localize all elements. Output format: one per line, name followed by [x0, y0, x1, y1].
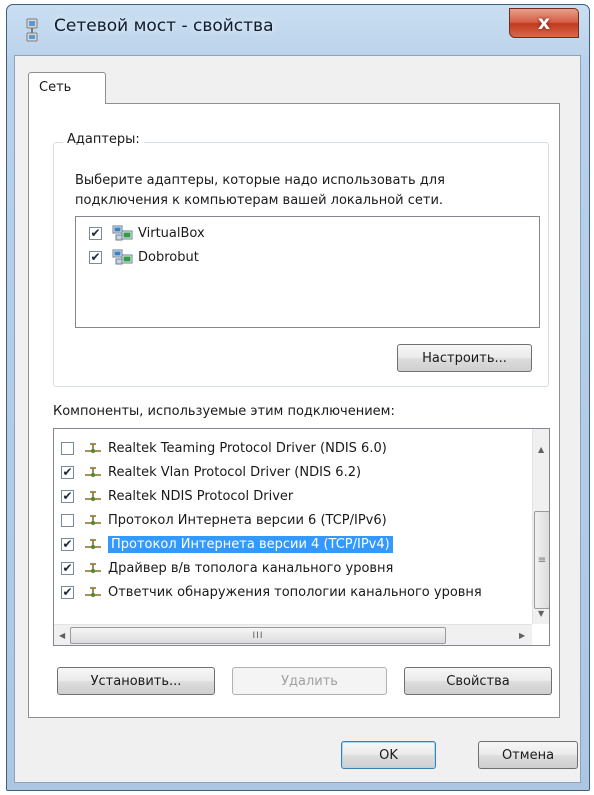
protocol-icon: [85, 467, 101, 477]
properties-button[interactable]: Свойства: [404, 667, 552, 695]
component-item[interactable]: Протокол Интернета версии 6 (TCP/IPv6): [61, 508, 521, 532]
component-checkbox[interactable]: ✔: [61, 561, 74, 575]
scroll-left-icon[interactable]: ◀: [59, 631, 65, 640]
network-bridge-icon: [26, 18, 38, 42]
protocol-icon: [85, 491, 101, 501]
adapter-checkbox[interactable]: ✔: [89, 226, 102, 240]
grip-icon: ≡: [537, 554, 547, 566]
grip-icon: III: [252, 630, 264, 641]
component-checkbox[interactable]: ✔: [61, 489, 74, 503]
components-list: Realtek Teaming Protocol Driver (NDIS 6.…: [53, 428, 550, 646]
adapter-item-dobrobut[interactable]: ✔ Dobrobut: [89, 245, 199, 269]
remove-button[interactable]: Удалить: [232, 667, 387, 695]
component-item[interactable]: ✔ Realtek NDIS Protocol Driver: [61, 484, 521, 508]
protocol-icon: [85, 515, 101, 525]
component-label: Протокол Интернета версии 6 (TCP/IPv6): [108, 512, 387, 528]
adapters-group-label: Адаптеры:: [63, 132, 144, 147]
hscroll-thumb[interactable]: III: [70, 627, 446, 644]
adapter-label: VirtualBox: [138, 225, 205, 241]
scroll-right-icon[interactable]: ▶: [519, 631, 525, 640]
component-item-selected[interactable]: ✔ Протокол Интернета версии 4 (TCP/IPv4): [61, 532, 521, 556]
cancel-button[interactable]: Отмена: [478, 741, 578, 769]
vscroll-thumb[interactable]: ≡: [534, 511, 549, 609]
component-item[interactable]: Realtek Teaming Protocol Driver (NDIS 6.…: [61, 436, 521, 460]
component-label: Realtek Vlan Protocol Driver (NDIS 6.2): [108, 464, 362, 480]
components-label: Компоненты, используемые этим подключени…: [53, 404, 395, 419]
component-item[interactable]: ✔ Realtek Vlan Protocol Driver (NDIS 6.2…: [61, 460, 521, 484]
network-adapter-icon: [112, 249, 133, 265]
network-adapter-icon: [112, 225, 133, 241]
protocol-icon: [85, 539, 101, 549]
tab-network[interactable]: Сеть: [28, 72, 106, 104]
adapters-description: Выберите адаптеры, которые надо использо…: [75, 173, 445, 208]
window-title: Сетевой мост - свойства: [54, 16, 274, 36]
component-checkbox[interactable]: [61, 513, 74, 527]
component-item[interactable]: ✔ Ответчик обнаружения топологии канальн…: [61, 580, 521, 604]
component-checkbox[interactable]: ✔: [61, 465, 74, 479]
component-label: Протокол Интернета версии 4 (TCP/IPv4): [108, 535, 393, 553]
component-label: Realtek NDIS Protocol Driver: [108, 488, 294, 504]
ok-button[interactable]: OK: [341, 741, 436, 769]
adapter-checkbox[interactable]: ✔: [89, 250, 102, 264]
components-hscrollbar[interactable]: ◀ III ▶: [54, 624, 532, 645]
component-label: Ответчик обнаружения топологии канальног…: [108, 584, 482, 600]
protocol-icon: [85, 563, 101, 573]
adapter-label: Dobrobut: [138, 249, 199, 265]
component-label: Драйвер в/в тополога канального уровня: [108, 560, 394, 576]
protocol-icon: [85, 443, 101, 453]
adapter-item-virtualbox[interactable]: ✔ VirtualBox: [89, 221, 205, 245]
configure-button[interactable]: Настроить...: [397, 344, 532, 372]
component-item[interactable]: ✔ Драйвер в/в тополога канального уровня: [61, 556, 521, 580]
close-icon: x: [537, 12, 551, 34]
scroll-up-icon[interactable]: ▲: [538, 445, 544, 454]
component-checkbox[interactable]: [61, 441, 74, 455]
component-label: Realtek Teaming Protocol Driver (NDIS 6.…: [108, 440, 387, 456]
install-button[interactable]: Установить...: [57, 667, 215, 695]
protocol-icon: [85, 587, 101, 597]
scroll-down-icon[interactable]: ▼: [538, 609, 544, 618]
component-checkbox[interactable]: ✔: [61, 585, 74, 599]
components-vscrollbar[interactable]: ▲ ≡ ▼: [532, 429, 549, 624]
close-button[interactable]: x: [509, 8, 579, 38]
component-checkbox[interactable]: ✔: [61, 537, 74, 551]
